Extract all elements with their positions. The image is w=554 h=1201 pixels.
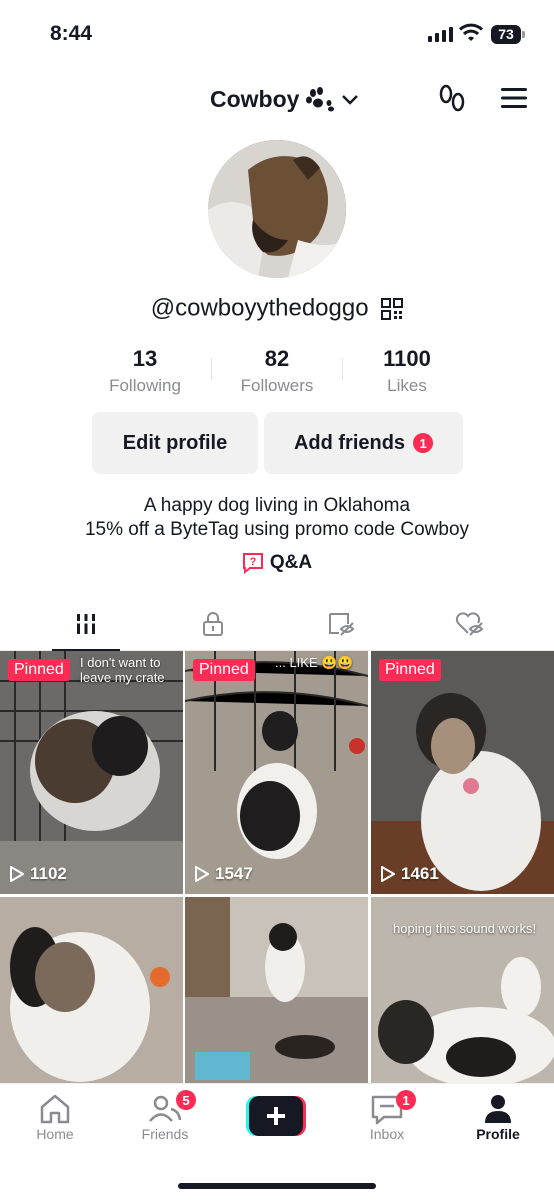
video-thumbnail-image xyxy=(0,651,183,894)
lock-icon xyxy=(203,612,223,636)
hidden-repost-icon xyxy=(329,613,355,636)
question-bubble-icon: ? xyxy=(242,553,263,574)
qa-label: Q&A xyxy=(269,552,313,573)
video-thumbnail[interactable]: Pinned ... LIKE 😃😃 1547 xyxy=(185,651,368,894)
dog-photo xyxy=(208,140,346,278)
friends-badge: 5 xyxy=(176,1090,196,1110)
nav-home[interactable]: Home xyxy=(10,1092,100,1142)
username-label: Cowboy xyxy=(210,86,300,112)
nav-friends-label: Friends xyxy=(141,1126,189,1142)
cellular-signal-icon xyxy=(428,27,453,42)
pinned-badge: Pinned xyxy=(193,659,255,681)
stat-divider xyxy=(342,358,343,380)
tab-private[interactable] xyxy=(144,598,282,650)
tab-reposts[interactable] xyxy=(272,598,410,650)
nav-inbox-label: Inbox xyxy=(369,1126,405,1142)
bio-line: 15% off a ByteTag using promo code Cowbo… xyxy=(84,519,470,540)
qa-link[interactable]: ? Q&A xyxy=(0,552,554,574)
profile-stats: 13 Following 82 Followers 1100 Likes xyxy=(0,346,554,406)
followers-stat[interactable]: 82 Followers xyxy=(212,346,342,396)
tab-videos[interactable] xyxy=(17,598,155,651)
video-thumbnail-image xyxy=(185,897,368,1083)
profile-header: Cowboy xyxy=(0,78,554,122)
create-button[interactable] xyxy=(246,1096,306,1136)
pinned-badge: Pinned xyxy=(8,659,70,681)
likes-label: Likes xyxy=(387,376,427,395)
video-thumbnail[interactable]: Pinned I don't want to leave my crate 11… xyxy=(0,651,183,894)
following-stat[interactable]: 13 Following xyxy=(80,346,210,396)
tab-liked[interactable] xyxy=(400,598,538,650)
inbox-badge: 1 xyxy=(396,1090,416,1110)
video-grid: Pinned I don't want to leave my crate 11… xyxy=(0,651,554,1083)
stat-divider xyxy=(211,358,212,380)
profile-icon xyxy=(485,1095,511,1123)
status-bar: 8:44 73 xyxy=(0,0,554,70)
paw-icon xyxy=(306,86,335,111)
view-count: 1102 xyxy=(10,864,67,884)
nav-profile[interactable]: Profile xyxy=(453,1092,543,1142)
content-tabs xyxy=(0,598,554,651)
video-caption: ... LIKE 😃😃 xyxy=(275,655,354,670)
add-friends-button[interactable]: Add friends 1 xyxy=(264,412,463,474)
qr-code-icon[interactable] xyxy=(381,297,404,320)
edit-profile-button[interactable]: Edit profile xyxy=(92,412,258,474)
svg-text:?: ? xyxy=(250,556,257,568)
handle-text: @cowboyythedoggo xyxy=(150,294,369,322)
following-count: 13 xyxy=(132,346,158,371)
followers-label: Followers xyxy=(240,376,314,395)
video-thumbnail-image xyxy=(0,897,183,1083)
battery-indicator: 73 xyxy=(491,25,525,44)
add-friends-label: Add friends xyxy=(293,431,406,454)
nav-home-label: Home xyxy=(36,1126,74,1142)
video-thumbnail[interactable] xyxy=(185,897,368,1083)
pinned-badge: Pinned xyxy=(379,659,441,681)
view-count-value: 1547 xyxy=(215,864,253,883)
play-icon xyxy=(381,866,395,882)
video-caption: hoping this sound works! xyxy=(393,921,537,936)
wifi-icon xyxy=(458,23,484,41)
video-caption: I don't want to leave my crate xyxy=(80,655,165,685)
add-friends-badge: 1 xyxy=(413,433,434,453)
play-icon xyxy=(195,866,209,882)
nav-friends[interactable]: 5 Friends xyxy=(120,1090,210,1142)
menu-icon[interactable] xyxy=(500,84,528,112)
followers-count: 82 xyxy=(264,346,290,371)
chevron-down-icon xyxy=(342,94,359,105)
grid-lines-icon xyxy=(75,614,97,634)
view-count: 1461 xyxy=(381,864,439,884)
likes-stat[interactable]: 1100 Likes xyxy=(342,346,472,396)
view-count-value: 1461 xyxy=(401,864,439,883)
video-thumbnail[interactable]: hoping this sound works! xyxy=(371,897,554,1083)
nav-inbox[interactable]: 1 Inbox xyxy=(342,1090,432,1142)
video-thumbnail[interactable]: Pinned 1461 xyxy=(371,651,554,894)
bio-line: A happy dog living in Oklahoma xyxy=(143,495,411,516)
video-thumbnail-image xyxy=(185,651,368,894)
profile-avatar[interactable] xyxy=(208,140,346,278)
video-thumbnail-image xyxy=(371,651,554,894)
following-label: Following xyxy=(109,376,181,395)
video-thumbnail[interactable] xyxy=(0,897,183,1083)
edit-profile-label: Edit profile xyxy=(122,431,228,454)
account-switcher[interactable]: Cowboy xyxy=(210,86,359,113)
play-icon xyxy=(10,866,24,882)
footprints-icon[interactable] xyxy=(438,84,466,114)
nav-profile-label: Profile xyxy=(476,1126,520,1142)
home-icon xyxy=(40,1094,70,1124)
status-time: 8:44 xyxy=(50,22,93,45)
view-count: 1547 xyxy=(195,864,253,884)
view-count-value: 1102 xyxy=(30,864,67,883)
hidden-heart-icon xyxy=(455,612,484,636)
likes-count: 1100 xyxy=(383,346,431,371)
profile-bio: A happy dog living in Oklahoma 15% off a… xyxy=(0,494,554,542)
profile-handle: @cowboyythedoggo xyxy=(0,294,554,323)
home-indicator xyxy=(178,1183,376,1189)
